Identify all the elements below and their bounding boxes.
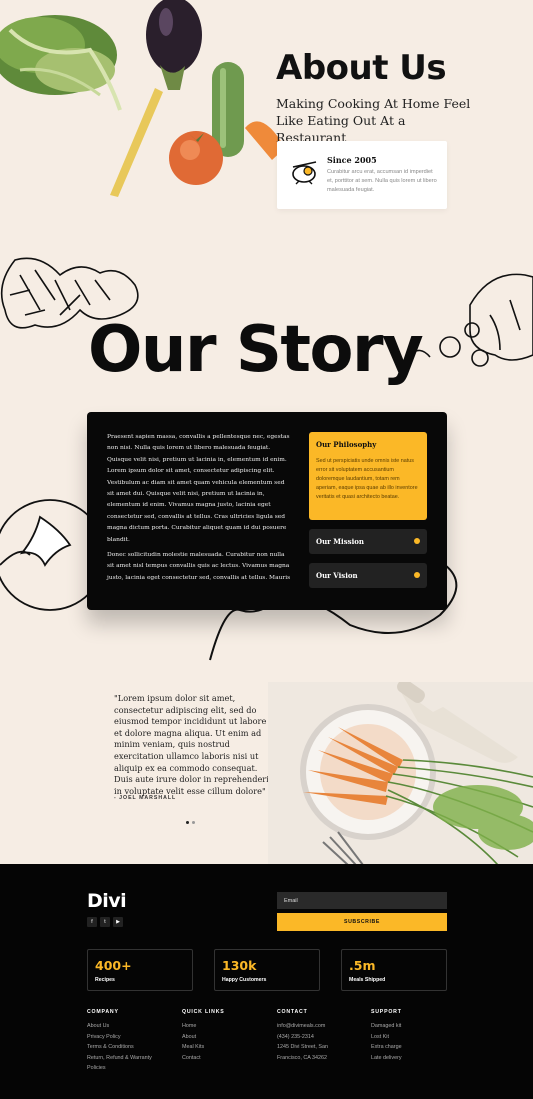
accordion-our-mission[interactable]: Our Mission	[309, 529, 427, 554]
footer-link[interactable]: About Us	[87, 1021, 177, 1032]
stat-card: 130k Happy Customers	[214, 949, 320, 991]
philosophy-text: Sed ut perspiciatis unde omnis iste natu…	[316, 458, 418, 500]
stat-label: Meals Shipped	[349, 977, 386, 983]
since-card: Since 2005 Curabitur arcu erat, accumsan…	[277, 141, 447, 209]
philosophy-panel[interactable]: Our Philosophy Sed ut perspiciatis unde …	[309, 432, 427, 520]
since-card-title: Since 2005	[327, 155, 377, 165]
vision-label: Our Vision	[316, 571, 358, 580]
hero-subtitle: Making Cooking At Home Feel Like Eating …	[276, 96, 471, 145]
testimonial-author: - JOEL MARSHALL	[114, 795, 177, 801]
footer-logo[interactable]: Divi	[87, 890, 127, 912]
stat-card: .5m Meals Shipped	[341, 949, 447, 991]
philosophy-title: Our Philosophy	[316, 440, 377, 449]
footer-link[interactable]: Extra charge	[371, 1042, 461, 1053]
page-title: About Us	[276, 48, 447, 88]
contact-email[interactable]: info@divimeals.com	[277, 1021, 367, 1032]
column-heading: COMPANY	[87, 1009, 119, 1015]
stat-value: .5m	[349, 958, 376, 973]
footer-column-support: SUPPORT Damaged kit Lost Kit Extra charg…	[371, 1009, 461, 1063]
footer-link[interactable]: Meal Kits	[182, 1042, 272, 1053]
column-heading: QUICK LINKS	[182, 1009, 225, 1015]
story-title: Our Story	[88, 313, 424, 387]
accordion-our-vision[interactable]: Our Vision	[309, 563, 427, 588]
column-heading: SUPPORT	[371, 1009, 402, 1015]
mission-label: Our Mission	[316, 537, 365, 546]
stat-value: 130k	[222, 958, 257, 973]
stat-label: Recipes	[95, 977, 115, 983]
footer-column-contact: CONTACT info@divimeals.com (434) 235-231…	[277, 1009, 367, 1063]
column-heading: CONTACT	[277, 1009, 308, 1015]
footer-link[interactable]: Return, Refund & Warranty Policies	[87, 1053, 163, 1074]
slider-dot[interactable]	[192, 821, 195, 824]
footer: Divi f t ▶ SUBSCRIBE 400+ Recipes 130k H…	[0, 864, 533, 1099]
youtube-icon[interactable]: ▶	[113, 917, 123, 927]
email-input[interactable]	[277, 892, 447, 909]
since-card-text: Curabitur arcu erat, accumsan id imperdi…	[327, 169, 437, 193]
expand-icon	[414, 538, 420, 544]
footer-link[interactable]: Damaged kit	[371, 1021, 461, 1032]
stat-card: 400+ Recipes	[87, 949, 193, 991]
footer-link[interactable]: About	[182, 1032, 272, 1043]
stat-value: 400+	[95, 958, 132, 973]
page: About Us Making Cooking At Home Feel Lik…	[0, 0, 533, 1099]
testimonial-quote: "Lorem ipsum dolor sit amet, consectetur…	[114, 693, 273, 796]
facebook-icon[interactable]: f	[87, 917, 97, 927]
footer-column-company: COMPANY About Us Privacy Policy Terms & …	[87, 1009, 177, 1074]
stat-label: Happy Customers	[222, 977, 267, 983]
footer-link[interactable]: Privacy Policy	[87, 1032, 177, 1043]
footer-column-quick-links: QUICK LINKS Home About Meal Kits Contact	[182, 1009, 272, 1063]
expand-icon	[414, 572, 420, 578]
slider-dot-active[interactable]	[186, 821, 189, 824]
story-card: Praesent sapien massa, convallis a pelle…	[87, 412, 447, 610]
footer-link[interactable]: Contact	[182, 1053, 272, 1064]
cooking-pot-icon	[292, 161, 317, 185]
footer-link[interactable]: Terms & Conditions	[87, 1042, 177, 1053]
vegetables-image	[0, 0, 285, 197]
twitter-icon[interactable]: t	[100, 917, 110, 927]
subscribe-button[interactable]: SUBSCRIBE	[277, 913, 447, 931]
hero-section: About Us Making Cooking At Home Feel Lik…	[0, 0, 533, 230]
footer-link[interactable]: Late delivery	[371, 1053, 461, 1064]
story-paragraph-1: Praesent sapien massa, convallis a pelle…	[107, 434, 290, 543]
contact-phone[interactable]: (434) 235-2314	[277, 1032, 367, 1043]
footer-link[interactable]: Lost Kit	[371, 1032, 461, 1043]
carrots-plate-image	[268, 682, 533, 865]
story-paragraph-2: Donec sollicitudin molestie malesuada. C…	[107, 552, 291, 581]
footer-link[interactable]: Home	[182, 1021, 272, 1032]
contact-address: 1245 Divi Street, San Francisco, CA 3426…	[277, 1044, 328, 1061]
